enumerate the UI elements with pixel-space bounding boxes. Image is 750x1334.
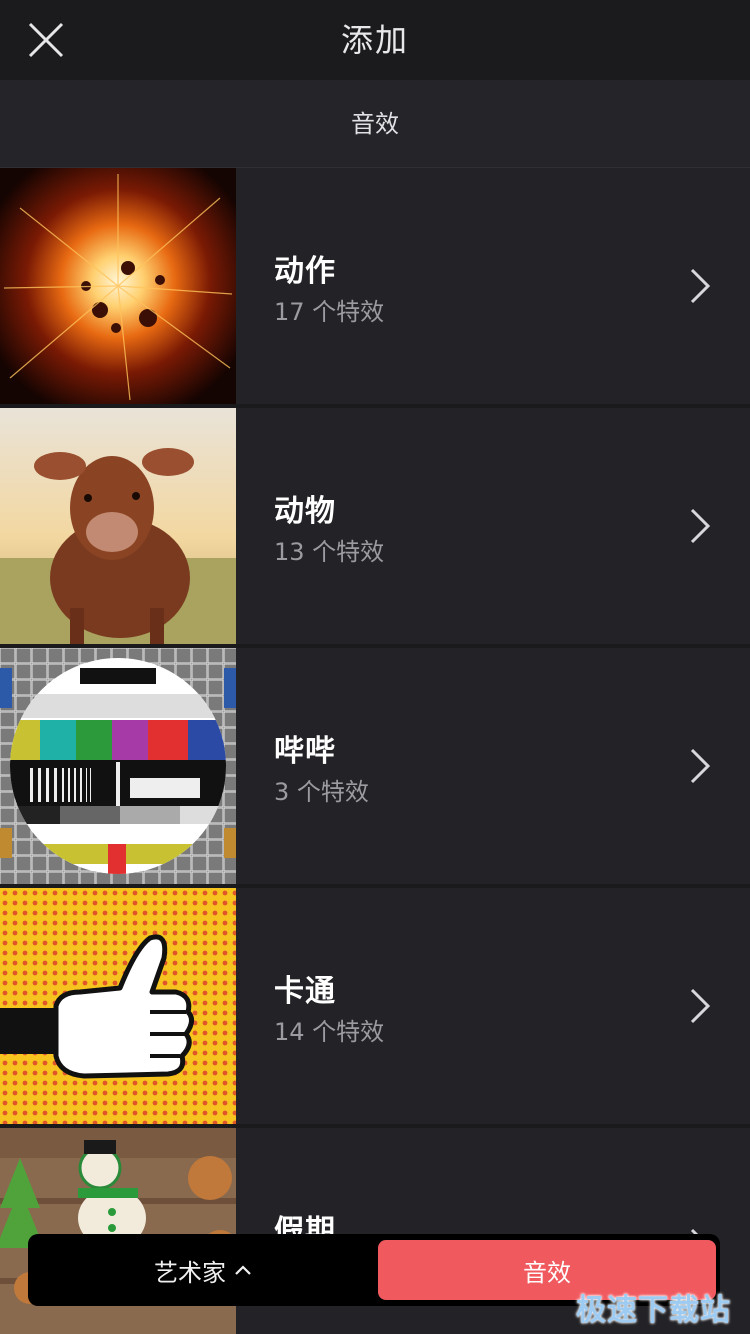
category-count: 3 个特效 [274,778,369,806]
category-title: 卡通 [274,974,336,1009]
page-title: 添加 [340,21,409,59]
cow-image [0,408,236,644]
category-list: 动作 17 个特效 动物 13 个特效 哔哔 3 个特效 卡通 14 个特效 假… [0,168,750,1334]
chevron-right-icon [690,748,711,784]
category-count: 13 个特效 [274,538,385,566]
category-title: 动作 [274,254,336,289]
close-icon [28,22,64,58]
screen: 添加 音效 动作 17 个特效 动物 13 个特效 哔哔 3 个特效 卡通 14… [0,0,750,1334]
category-title: 动物 [274,494,336,529]
chevron-up-icon [235,1265,251,1275]
close-button[interactable] [18,12,74,68]
category-row-animals[interactable]: 动物 13 个特效 [0,408,750,648]
category-row-cartoon[interactable]: 卡通 14 个特效 [0,888,750,1128]
artist-label: 艺术家 [154,1258,226,1287]
tab-sound-effects[interactable]: 音效 [0,80,750,168]
chevron-right-icon [690,988,711,1024]
tv-test-pattern-image [0,648,236,884]
watermark-text: 极速下载站 [576,1293,731,1328]
category-row-action[interactable]: 动作 17 个特效 [0,168,750,408]
artist-button[interactable]: 艺术家 [28,1234,378,1306]
category-count: 14 个特效 [274,1018,385,1046]
explosion-image [0,168,236,404]
chevron-right-icon [690,508,711,544]
chevron-right-icon [690,268,711,304]
thumbs-up-cartoon-image [0,888,236,1124]
category-title: 哔哔 [274,734,336,769]
category-row-beeps[interactable]: 哔哔 3 个特效 [0,648,750,888]
category-count: 17 个特效 [274,298,385,326]
category-tab-bar: 音效 [0,80,750,168]
top-navigation-bar: 添加 [0,0,750,80]
